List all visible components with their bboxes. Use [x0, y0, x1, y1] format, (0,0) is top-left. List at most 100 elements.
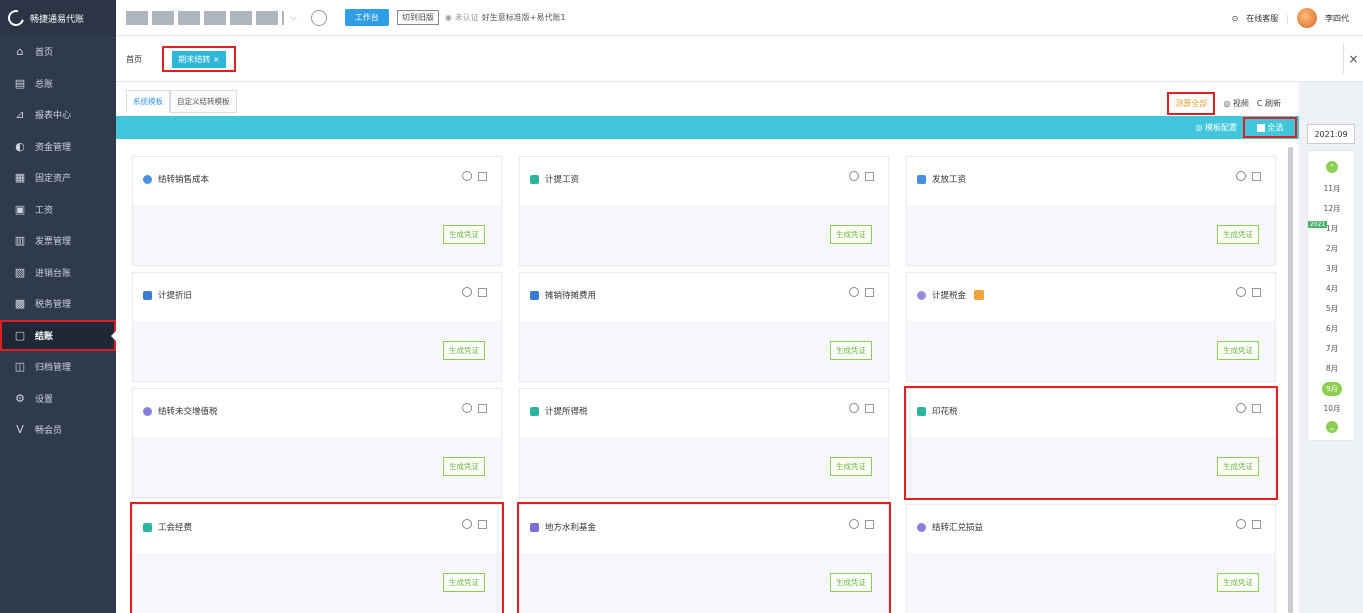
sidebar-item-invoice[interactable]: ▥ 发票管理 [0, 225, 116, 257]
scroll-up-icon[interactable]: ⌃ [1326, 161, 1338, 173]
switch-old-version-button[interactable]: 切到旧版 [396, 10, 439, 25]
sidebar-item-building[interactable]: ▦ 固定资产 [0, 162, 116, 194]
card-checkbox[interactable] [1252, 403, 1261, 413]
card-header: 计提所得税 [530, 405, 588, 417]
card-checkbox[interactable] [1252, 519, 1261, 529]
sidebar-item-ledger[interactable]: ▤ 总账 [0, 68, 116, 100]
company-name-redacted[interactable] [126, 10, 284, 25]
month-item[interactable]: 10月 [1308, 403, 1356, 414]
close-icon[interactable]: × [1343, 44, 1363, 74]
scroll-down-icon[interactable]: ⌄ [1326, 421, 1338, 433]
card-checkbox[interactable] [478, 519, 487, 529]
month-item[interactable]: 2月 [1308, 243, 1356, 254]
globe-icon[interactable] [310, 9, 327, 26]
generate-voucher-button[interactable]: 生成凭证 [830, 573, 872, 592]
sidebar-item-home[interactable]: ⌂ 首页 [0, 36, 116, 68]
tab-custom-template[interactable]: 自定义结转模板 [170, 90, 237, 113]
template-card: 结转销售成本 生成凭证 [132, 156, 502, 266]
tab-active-label[interactable]: 期末结转 × [172, 50, 226, 68]
generate-voucher-button[interactable]: 生成凭证 [1217, 573, 1259, 592]
card-title: 计提折旧 [158, 291, 193, 301]
card-header: 摊销待摊费用 [530, 289, 596, 301]
month-item[interactable]: 3月 [1308, 263, 1356, 274]
chevron-down-icon[interactable]: ⌵ [290, 13, 297, 23]
gear-icon[interactable] [1236, 403, 1246, 413]
card-header: 计提折旧 [143, 289, 192, 301]
sidebar-item-chart[interactable]: ⊿ 报表中心 [0, 99, 116, 131]
template-config-button[interactable]: ◎ 模板配置 [1195, 122, 1237, 133]
sidebar-item-checkout[interactable]: ▢ 结账 [0, 319, 116, 351]
card-title: 计提税金 [932, 291, 967, 301]
generate-voucher-button[interactable]: 生成凭证 [1217, 457, 1259, 476]
month-item[interactable]: 12月 [1308, 203, 1356, 214]
tab-system-template[interactable]: 系统模板 [126, 90, 170, 113]
app-logo[interactable]: 畅捷通易代账 [0, 0, 116, 36]
video-button[interactable]: ◎ 视频 [1223, 98, 1249, 109]
generate-voucher-button[interactable]: 生成凭证 [830, 341, 872, 360]
gear-icon[interactable] [849, 171, 859, 181]
online-service-link[interactable]: 在线客服 [1246, 13, 1278, 24]
refresh-button[interactable]: C 刷新 [1257, 98, 1281, 109]
sidebar-item-gear[interactable]: ⚙ 设置 [0, 383, 116, 415]
card-checkbox[interactable] [865, 287, 874, 297]
gear-icon[interactable] [849, 403, 859, 413]
template-icon [917, 406, 926, 416]
vertical-scrollbar[interactable] [1288, 147, 1293, 613]
gear-icon[interactable] [1236, 171, 1246, 181]
card-checkbox[interactable] [865, 171, 874, 181]
generate-voucher-button[interactable]: 生成凭证 [1217, 225, 1259, 244]
tab-period-end-transfer[interactable]: 期末结转 × [162, 46, 236, 72]
generate-voucher-button[interactable]: 生成凭证 [443, 573, 485, 592]
member-icon: V [16, 423, 24, 437]
gear-icon[interactable] [462, 519, 472, 529]
headset-icon[interactable]: ⊙ [1232, 14, 1239, 23]
gear-icon[interactable] [462, 171, 472, 181]
card-controls [1236, 403, 1261, 413]
workbench-button[interactable]: 工作台 [344, 9, 389, 26]
card-checkbox[interactable] [1252, 287, 1261, 297]
month-item[interactable]: 4月 [1308, 283, 1356, 294]
card-checkbox[interactable] [478, 287, 487, 297]
avatar[interactable] [1297, 8, 1317, 28]
gear-icon[interactable] [1236, 287, 1246, 297]
sidebar-item-salary[interactable]: ▣ 工资 [0, 194, 116, 226]
template-card: 结转未交增值税 生成凭证 [132, 388, 502, 498]
gear-icon[interactable] [849, 519, 859, 529]
sidebar-item-archive[interactable]: ◫ 归档管理 [0, 351, 116, 383]
month-item[interactable]: 5月 [1308, 303, 1356, 314]
gear-icon[interactable] [849, 287, 859, 297]
month-item[interactable]: 7月 [1308, 343, 1356, 354]
card-checkbox[interactable] [865, 403, 874, 413]
card-checkbox[interactable] [865, 519, 874, 529]
month-item[interactable]: 8月 [1308, 363, 1356, 374]
user-name[interactable]: 李四代 [1325, 13, 1349, 24]
select-all-checkbox[interactable]: 全选 [1243, 117, 1297, 138]
generate-voucher-button[interactable]: 生成凭证 [443, 457, 485, 476]
month-item[interactable]: 6月 [1308, 323, 1356, 334]
tab-home[interactable]: 首页 [126, 54, 142, 65]
generate-voucher-button[interactable]: 生成凭证 [1217, 341, 1259, 360]
month-item[interactable]: 11月 [1308, 183, 1356, 194]
period-display[interactable]: 2021.09 [1307, 124, 1355, 144]
card-title: 摊销待摊费用 [545, 291, 597, 301]
gear-icon[interactable] [462, 403, 472, 413]
generate-voucher-button[interactable]: 生成凭证 [830, 457, 872, 476]
month-selector: 2021.09 ⌃ ⌄ 11月 12月 1月 2月 3月 4月 5月 6月 7月 8月 10月 202… [1299, 116, 1363, 441]
generate-voucher-button[interactable]: 生成凭证 [443, 225, 485, 244]
current-month[interactable]: 9月 [1322, 382, 1342, 396]
generate-voucher-button[interactable]: 生成凭证 [830, 225, 872, 244]
notice-badge-icon[interactable] [974, 290, 985, 300]
card-checkbox[interactable] [478, 171, 487, 181]
measure-all-button[interactable]: 测算全部 [1167, 92, 1216, 115]
card-controls [849, 171, 874, 181]
sidebar-item-member[interactable]: V 畅会员 [0, 414, 116, 446]
gear-icon[interactable] [1236, 519, 1246, 529]
sidebar-item-wallet[interactable]: ◐ 资金管理 [0, 131, 116, 163]
gear-icon[interactable] [462, 287, 472, 297]
card-checkbox[interactable] [478, 403, 487, 413]
generate-voucher-button[interactable]: 生成凭证 [443, 341, 485, 360]
card-checkbox[interactable] [1252, 171, 1261, 181]
sidebar-item-tax[interactable]: ▩ 税务管理 [0, 288, 116, 320]
sidebar-item-inventory[interactable]: ▧ 进销台账 [0, 257, 116, 289]
card-header: 工会经费 [143, 521, 192, 533]
